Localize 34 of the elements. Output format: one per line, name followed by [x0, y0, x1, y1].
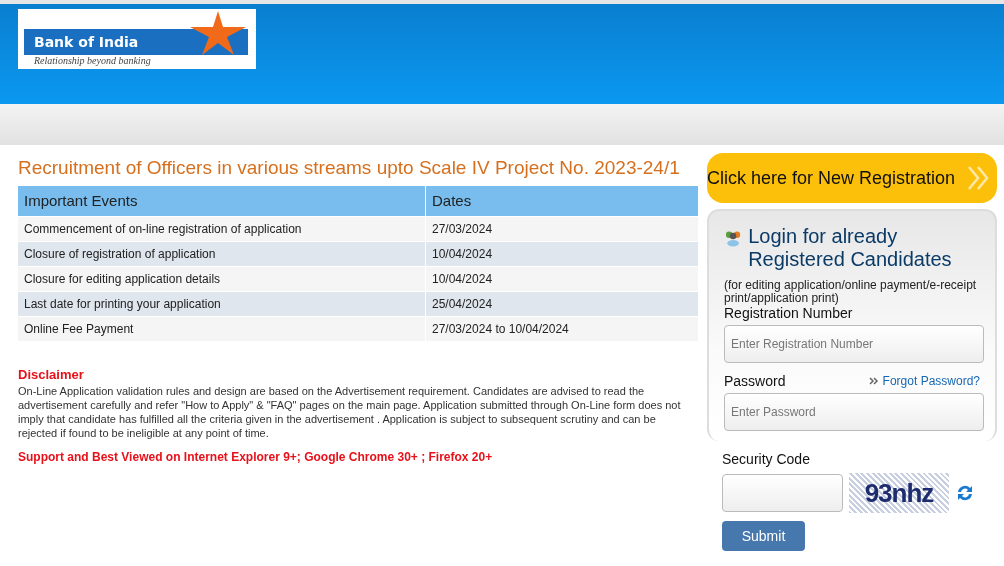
disclaimer-text: On-Line Application validation rules and design are based on the Advertisement requirement. Candidates are advised to read the advertisement carefully and refer "How to Apply" & "FAQ" pages on the main page. Application submitted through On-Line form does not imply that candidate has fulfilled all the criteria given in the advertisement . Application is subject to subsequent scrutiny and can be rejected if found to be ineligible at any point of time.: [18, 384, 682, 440]
field-label: Security Code: [722, 451, 811, 467]
table-cell: Online Fee Payment: [18, 317, 425, 341]
column-header: Important Events: [18, 186, 425, 216]
page-title: Recruitment of Officers in various streams upto Scale IV Project No. 2023-24/1: [18, 157, 681, 179]
login-title: Login for already Registered Candidates: [748, 225, 953, 271]
table-cell: Closure of registration of application: [18, 242, 425, 266]
new-registration-button[interactable]: Click here for New Registration: [707, 153, 997, 203]
captcha-image: 93nhz: [849, 473, 949, 513]
forgot-password-link[interactable]: Forgot Password?: [868, 374, 980, 388]
table-cell: 10/04/2024: [426, 242, 698, 266]
column-header: Dates: [426, 186, 698, 216]
submit-button[interactable]: Submit: [722, 521, 805, 551]
table-cell: 27/03/2024: [426, 217, 698, 241]
double-chevron-icon: [868, 377, 879, 385]
logo-name: Bank of India: [24, 29, 248, 55]
refresh-icon[interactable]: [955, 483, 975, 503]
table-cell: Closure for editing application details: [18, 267, 425, 291]
double-chevron-icon: [967, 165, 989, 191]
table-cell: 25/04/2024: [426, 292, 698, 316]
security-code-field[interactable]: [722, 474, 843, 512]
browser-note: Support and Best Viewed on Internet Explorer 9+; Google Chrome 30+ ; Firefox 20+: [18, 450, 494, 464]
star-icon: [190, 11, 246, 55]
table-cell: Commencement of on-line registration of application: [18, 217, 425, 241]
login-subtitle: (for editing application/online payment/e-receipt print/application print): [724, 279, 978, 305]
table-cell: Last date for printing your application: [18, 292, 425, 316]
field-label: Registration Number: [724, 305, 854, 321]
password-field[interactable]: Enter Password: [724, 393, 984, 431]
logo-tagline: Relationship beyond banking: [33, 55, 151, 66]
table-cell: 27/03/2024 to 10/04/2024: [426, 317, 698, 341]
table-cell: 10/04/2024: [426, 267, 698, 291]
registration-number-field[interactable]: Enter Registration Number: [724, 325, 984, 363]
field-label: Password: [724, 373, 786, 389]
disclaimer-heading: Disclaimer: [18, 367, 85, 382]
